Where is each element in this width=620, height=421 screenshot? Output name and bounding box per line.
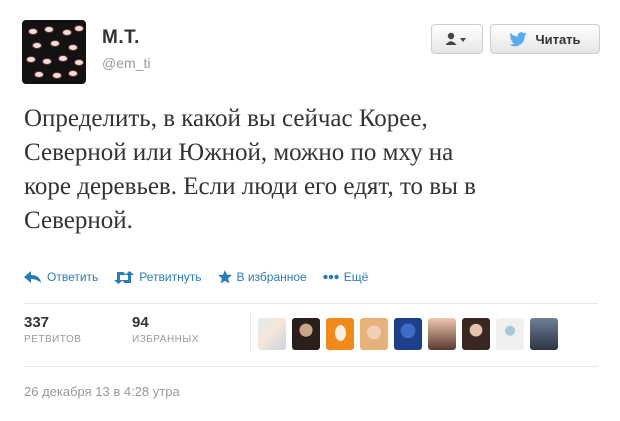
user-icon bbox=[445, 32, 466, 45]
reply-icon bbox=[24, 271, 41, 283]
favoriter-avatar[interactable] bbox=[462, 318, 490, 350]
favoriter-avatar[interactable] bbox=[360, 318, 388, 350]
favorites-label: ИЗБРАННЫХ bbox=[132, 334, 199, 345]
tweet-line: коре деревьев. Если люди его едят, то вы… bbox=[24, 173, 476, 200]
divider bbox=[24, 366, 598, 367]
user-handle[interactable]: @em_ti bbox=[102, 55, 150, 71]
favoriter-avatar[interactable] bbox=[292, 318, 320, 350]
favorites-stat[interactable]: 94 ИЗБРАННЫХ bbox=[132, 314, 199, 345]
favoriter-avatar[interactable] bbox=[496, 318, 524, 350]
retweets-stat[interactable]: 337 РЕТВИТОВ bbox=[24, 314, 81, 345]
retweets-count: 337 bbox=[24, 314, 50, 331]
favoriters-avatars bbox=[258, 318, 558, 350]
follow-button[interactable]: Читать bbox=[490, 24, 600, 54]
user-name[interactable]: М.Т. bbox=[102, 27, 140, 49]
favorite-action[interactable]: В избранное bbox=[217, 270, 307, 284]
tweet-line: Северной или Южной, можно по мху на bbox=[24, 139, 454, 166]
follow-button-label: Читать bbox=[535, 31, 581, 47]
caret-down-icon bbox=[460, 38, 466, 42]
user-actions-button[interactable] bbox=[431, 24, 483, 54]
tweet-line: Определить, в какой вы сейчас Корее, bbox=[24, 105, 428, 132]
tweet-text: Определить, в какой вы сейчас Корее, Сев… bbox=[24, 102, 604, 238]
more-dots-icon bbox=[323, 274, 339, 280]
favoriter-avatar[interactable] bbox=[258, 318, 286, 350]
tweet-actions: Ответить Ретвитнуть В избранное Ещё bbox=[24, 266, 384, 288]
more-label: Ещё bbox=[343, 270, 369, 284]
tweet-timestamp[interactable]: 26 декабря 13 в 4:28 утра bbox=[24, 384, 180, 399]
star-icon bbox=[217, 270, 232, 284]
favorites-count: 94 bbox=[132, 314, 149, 331]
twitter-bird-icon bbox=[509, 31, 527, 46]
retweet-action[interactable]: Ретвитнуть bbox=[114, 270, 202, 284]
favorite-label: В избранное bbox=[236, 270, 307, 284]
favoriter-avatar[interactable] bbox=[428, 318, 456, 350]
reply-label: Ответить bbox=[47, 270, 99, 284]
favoriter-avatar[interactable] bbox=[326, 318, 354, 350]
retweet-label: Ретвитнуть bbox=[139, 270, 202, 284]
divider bbox=[250, 312, 251, 352]
reply-action[interactable]: Ответить bbox=[24, 270, 98, 284]
avatar[interactable] bbox=[22, 20, 86, 84]
more-action[interactable]: Ещё bbox=[323, 270, 369, 284]
divider bbox=[24, 303, 598, 304]
retweet-icon bbox=[114, 270, 135, 284]
tweet-line: Северной. bbox=[24, 207, 133, 234]
retweets-label: РЕТВИТОВ bbox=[24, 334, 82, 345]
favoriter-avatar[interactable] bbox=[530, 318, 558, 350]
favoriter-avatar[interactable] bbox=[394, 318, 422, 350]
